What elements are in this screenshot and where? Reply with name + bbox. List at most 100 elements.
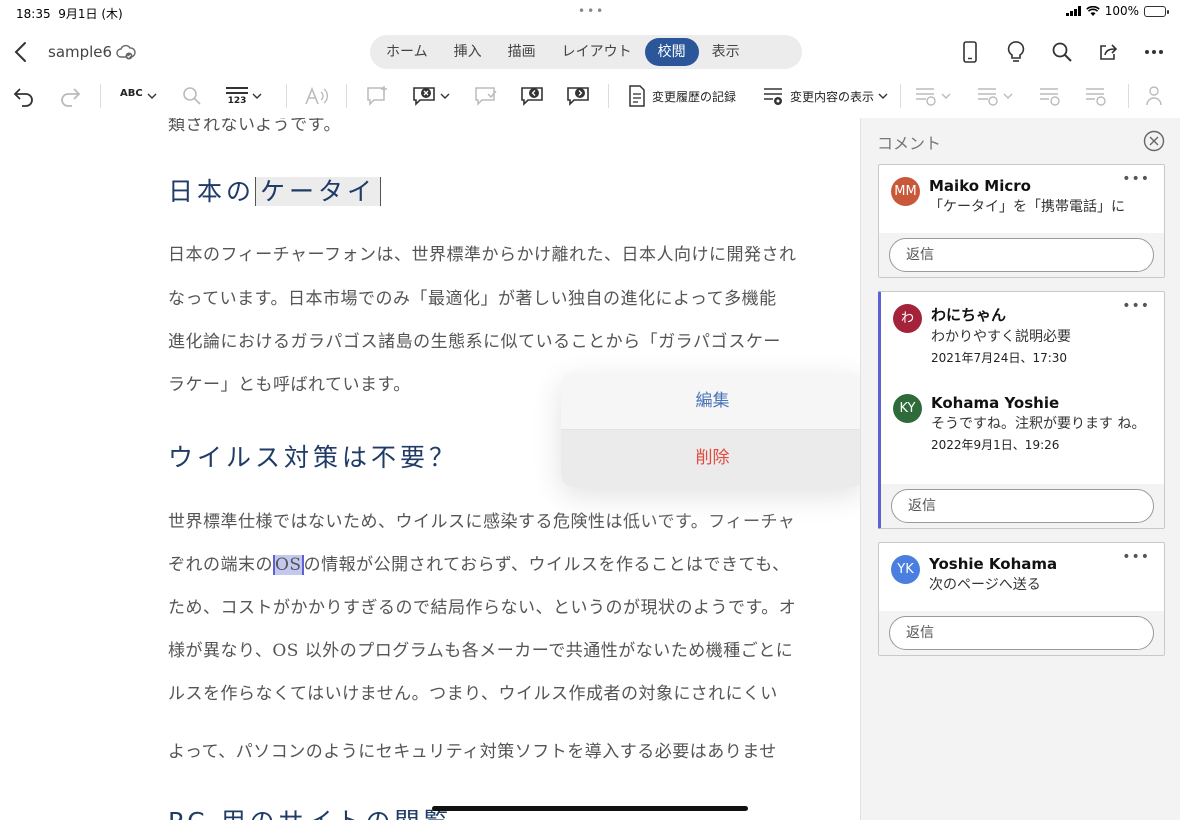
ribbon-divider bbox=[608, 84, 609, 108]
avatar: わ bbox=[893, 304, 922, 333]
accept-change-icon[interactable] bbox=[914, 78, 952, 114]
phone-view-icon[interactable] bbox=[956, 38, 984, 66]
multitasking-dots-icon[interactable]: ••• bbox=[578, 4, 605, 18]
chevron-down-icon bbox=[147, 93, 157, 99]
back-chevron-icon[interactable] bbox=[10, 38, 34, 66]
comment-text: わかりやすく説明必要 bbox=[931, 329, 1071, 345]
tab-insert[interactable]: 挿入 bbox=[441, 38, 495, 66]
search-icon[interactable] bbox=[1048, 38, 1076, 66]
comment-entry: YK Yoshie Kohama 次のページへ送る ••• bbox=[879, 543, 1164, 611]
delete-comment-icon bbox=[413, 87, 435, 106]
edit-comment-button[interactable]: 編集 bbox=[561, 373, 864, 430]
review-ribbon: ABC 123 変更履歴の記録 変更内容の表示 bbox=[0, 78, 1180, 116]
comment-date: 2021年7月24日、17:30 bbox=[931, 351, 1068, 365]
text-run: ぞれの端末の bbox=[168, 555, 273, 575]
previous-change-icon[interactable] bbox=[1038, 78, 1062, 114]
paragraph-line: ラケー」とも呼ばれています。 bbox=[168, 375, 411, 395]
next-change-icon[interactable] bbox=[1084, 78, 1108, 114]
title-bar: sample6 ホーム 挿入 描画 レイアウト 校閲 表示 bbox=[0, 28, 1180, 76]
comment-more-icon[interactable]: ••• bbox=[1122, 298, 1150, 314]
reply-area: 返信 bbox=[881, 484, 1164, 528]
paragraph-line: 進化論におけるガラパゴス諸島の生態系に似ていることから「ガラパゴスケー bbox=[168, 332, 781, 352]
comment-entry: KY Kohama Yoshie そうですね。注釈が要ります ね。 2022年9… bbox=[881, 382, 1164, 484]
cloud-saved-icon bbox=[116, 44, 136, 60]
avatar: MM bbox=[891, 177, 920, 206]
ribbon-divider bbox=[346, 84, 347, 108]
tab-review[interactable]: 校閲 bbox=[644, 38, 699, 66]
share-icon[interactable] bbox=[1094, 38, 1122, 66]
tab-home[interactable]: ホーム bbox=[373, 38, 441, 66]
restrict-editing-icon[interactable] bbox=[1146, 78, 1168, 114]
comment-context-menu: 編集 削除 bbox=[561, 373, 876, 487]
paragraph-line: ルスを作らなくてはいけません。つまり、ウイルス作成者の対象にされにくい bbox=[168, 684, 778, 704]
comment-more-icon[interactable]: ••• bbox=[1122, 171, 1150, 187]
cellular-signal-icon bbox=[1065, 6, 1081, 16]
reply-field[interactable]: 返信 bbox=[889, 238, 1154, 272]
word-count-button[interactable]: 123 bbox=[226, 78, 262, 114]
chevron-down-icon bbox=[878, 93, 888, 99]
battery-icon bbox=[1144, 5, 1169, 17]
battery-percent: 100% bbox=[1104, 4, 1139, 18]
new-comment-icon[interactable] bbox=[366, 78, 390, 114]
resolve-comment-icon[interactable] bbox=[474, 78, 498, 114]
tab-view[interactable]: 表示 bbox=[699, 38, 753, 66]
read-aloud-icon[interactable] bbox=[304, 78, 328, 114]
ribbon-divider bbox=[900, 84, 901, 108]
commented-text-highlight[interactable]: ケータイ bbox=[255, 177, 382, 206]
comment-date: 2022年9月1日、19:26 bbox=[931, 438, 1060, 452]
avatar: KY bbox=[893, 394, 922, 423]
delete-comment-menu-button[interactable]: 削除 bbox=[561, 430, 864, 487]
lightbulb-icon[interactable] bbox=[1002, 38, 1030, 66]
ribbon-divider bbox=[286, 84, 287, 108]
show-markup-icon bbox=[764, 88, 782, 105]
ribbon-tabs: ホーム 挿入 描画 レイアウト 校閲 表示 bbox=[370, 35, 802, 69]
next-comment-icon[interactable] bbox=[566, 78, 590, 114]
reply-field[interactable]: 返信 bbox=[891, 489, 1154, 523]
comment-thread[interactable]: YK Yoshie Kohama 次のページへ送る ••• 返信 bbox=[878, 542, 1165, 656]
comment-author: Kohama Yoshie bbox=[931, 394, 1060, 412]
paragraph-line: よって、パソコンのようにセキュリティ対策ソフトを導入する必要はありませ bbox=[168, 742, 777, 762]
comment-text: 次のページへ送る bbox=[929, 577, 1041, 593]
smart-lookup-icon[interactable] bbox=[182, 78, 202, 114]
undo-icon[interactable] bbox=[12, 78, 36, 114]
reply-area: 返信 bbox=[879, 233, 1164, 277]
paragraph-line: ぞれの端末の OS の情報が公開されておらず、ウイルスを作ることはできても、 bbox=[168, 550, 790, 575]
heading-pc-sites: PC 用のサイトの閲覧 bbox=[168, 802, 452, 820]
ribbon-divider bbox=[1128, 84, 1129, 108]
redo-icon[interactable] bbox=[58, 78, 82, 114]
heading-japan-keitai: 日本の ケータイ bbox=[168, 172, 382, 208]
wifi-icon bbox=[1085, 5, 1100, 16]
document-name[interactable]: sample6 bbox=[48, 43, 112, 61]
comment-more-icon[interactable]: ••• bbox=[1122, 549, 1150, 565]
show-markup-button[interactable]: 変更内容の表示 bbox=[762, 78, 888, 114]
previous-comment-icon[interactable] bbox=[520, 78, 544, 114]
delete-comment-button[interactable] bbox=[412, 78, 450, 114]
paragraph-line: ため、コストがかかりすぎるので結局作らない、というのが現状のようです。オ bbox=[168, 598, 797, 618]
track-changes-icon bbox=[629, 85, 645, 107]
tab-layout[interactable]: レイアウト bbox=[549, 38, 645, 66]
paragraph-line: 日本のフィーチャーフォンは、世界標準からかけ離れた、日本人向けに開発され bbox=[168, 245, 797, 265]
comment-thread-active[interactable]: わ わにちゃん わかりやすく説明必要 2021年7月24日、17:30 ••• … bbox=[878, 291, 1165, 529]
comments-pane-title: コメント bbox=[877, 134, 942, 153]
spelling-label: ABC bbox=[120, 87, 143, 99]
status-time: 18:35 9月1日 (木) bbox=[16, 7, 123, 21]
selected-text[interactable]: OS bbox=[273, 555, 304, 575]
reject-change-icon[interactable] bbox=[976, 78, 1014, 114]
comments-pane: コメント MM Maiko Micro 「ケータイ」を「携帯電話」に ••• 返… bbox=[860, 118, 1180, 820]
chevron-down-icon bbox=[252, 93, 262, 99]
more-options-icon[interactable] bbox=[1140, 38, 1168, 66]
comment-thread[interactable]: MM Maiko Micro 「ケータイ」を「携帯電話」に ••• 返信 bbox=[878, 164, 1165, 278]
spelling-check-button[interactable]: ABC bbox=[120, 78, 157, 114]
status-bar: 18:35 9月1日 (木) ••• 100% bbox=[0, 0, 1180, 24]
comment-text: そうですね。注釈が要ります ね。 bbox=[931, 416, 1146, 432]
tab-draw[interactable]: 描画 bbox=[495, 38, 549, 66]
text-run: の情報が公開されておらず、ウイルスを作ることはできても、 bbox=[303, 555, 790, 575]
reply-field[interactable]: 返信 bbox=[889, 616, 1154, 650]
paragraph-line: なっています。日本市場でのみ「最適化」が著しい独自の進化によって多機能 bbox=[168, 289, 777, 309]
track-changes-button[interactable]: 変更履歴の記録 bbox=[628, 78, 736, 114]
close-icon[interactable] bbox=[1143, 130, 1165, 152]
home-indicator[interactable] bbox=[432, 806, 748, 811]
chevron-down-icon bbox=[440, 93, 450, 99]
word-count-label: 123 bbox=[227, 95, 247, 106]
heading-virus: ウイルス対策は不要？ bbox=[168, 443, 459, 472]
